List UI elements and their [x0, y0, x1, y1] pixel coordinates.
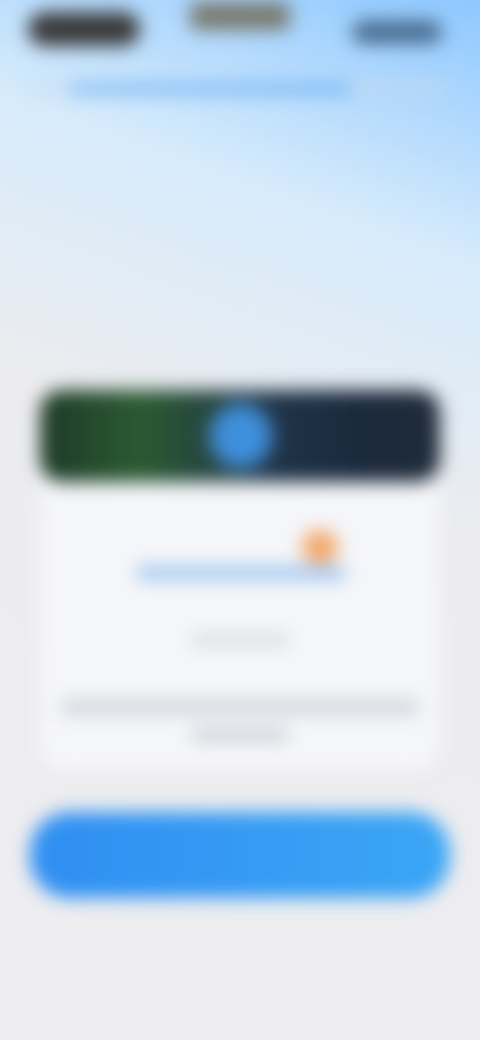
location-dot-icon	[212, 406, 270, 466]
status-badge	[302, 530, 338, 564]
location-link[interactable]	[136, 566, 346, 580]
onboarding-progress-fill	[70, 86, 350, 92]
status-time-pill	[28, 12, 140, 46]
map-banner-icon	[40, 390, 440, 482]
onboarding-progress-track	[30, 86, 450, 92]
camera-cutout	[190, 2, 290, 30]
location-card	[40, 390, 440, 770]
card-description-line	[190, 728, 290, 742]
card-description-line	[60, 700, 420, 714]
card-note	[190, 634, 290, 646]
continue-button[interactable]	[30, 812, 450, 898]
status-icons	[352, 20, 442, 44]
